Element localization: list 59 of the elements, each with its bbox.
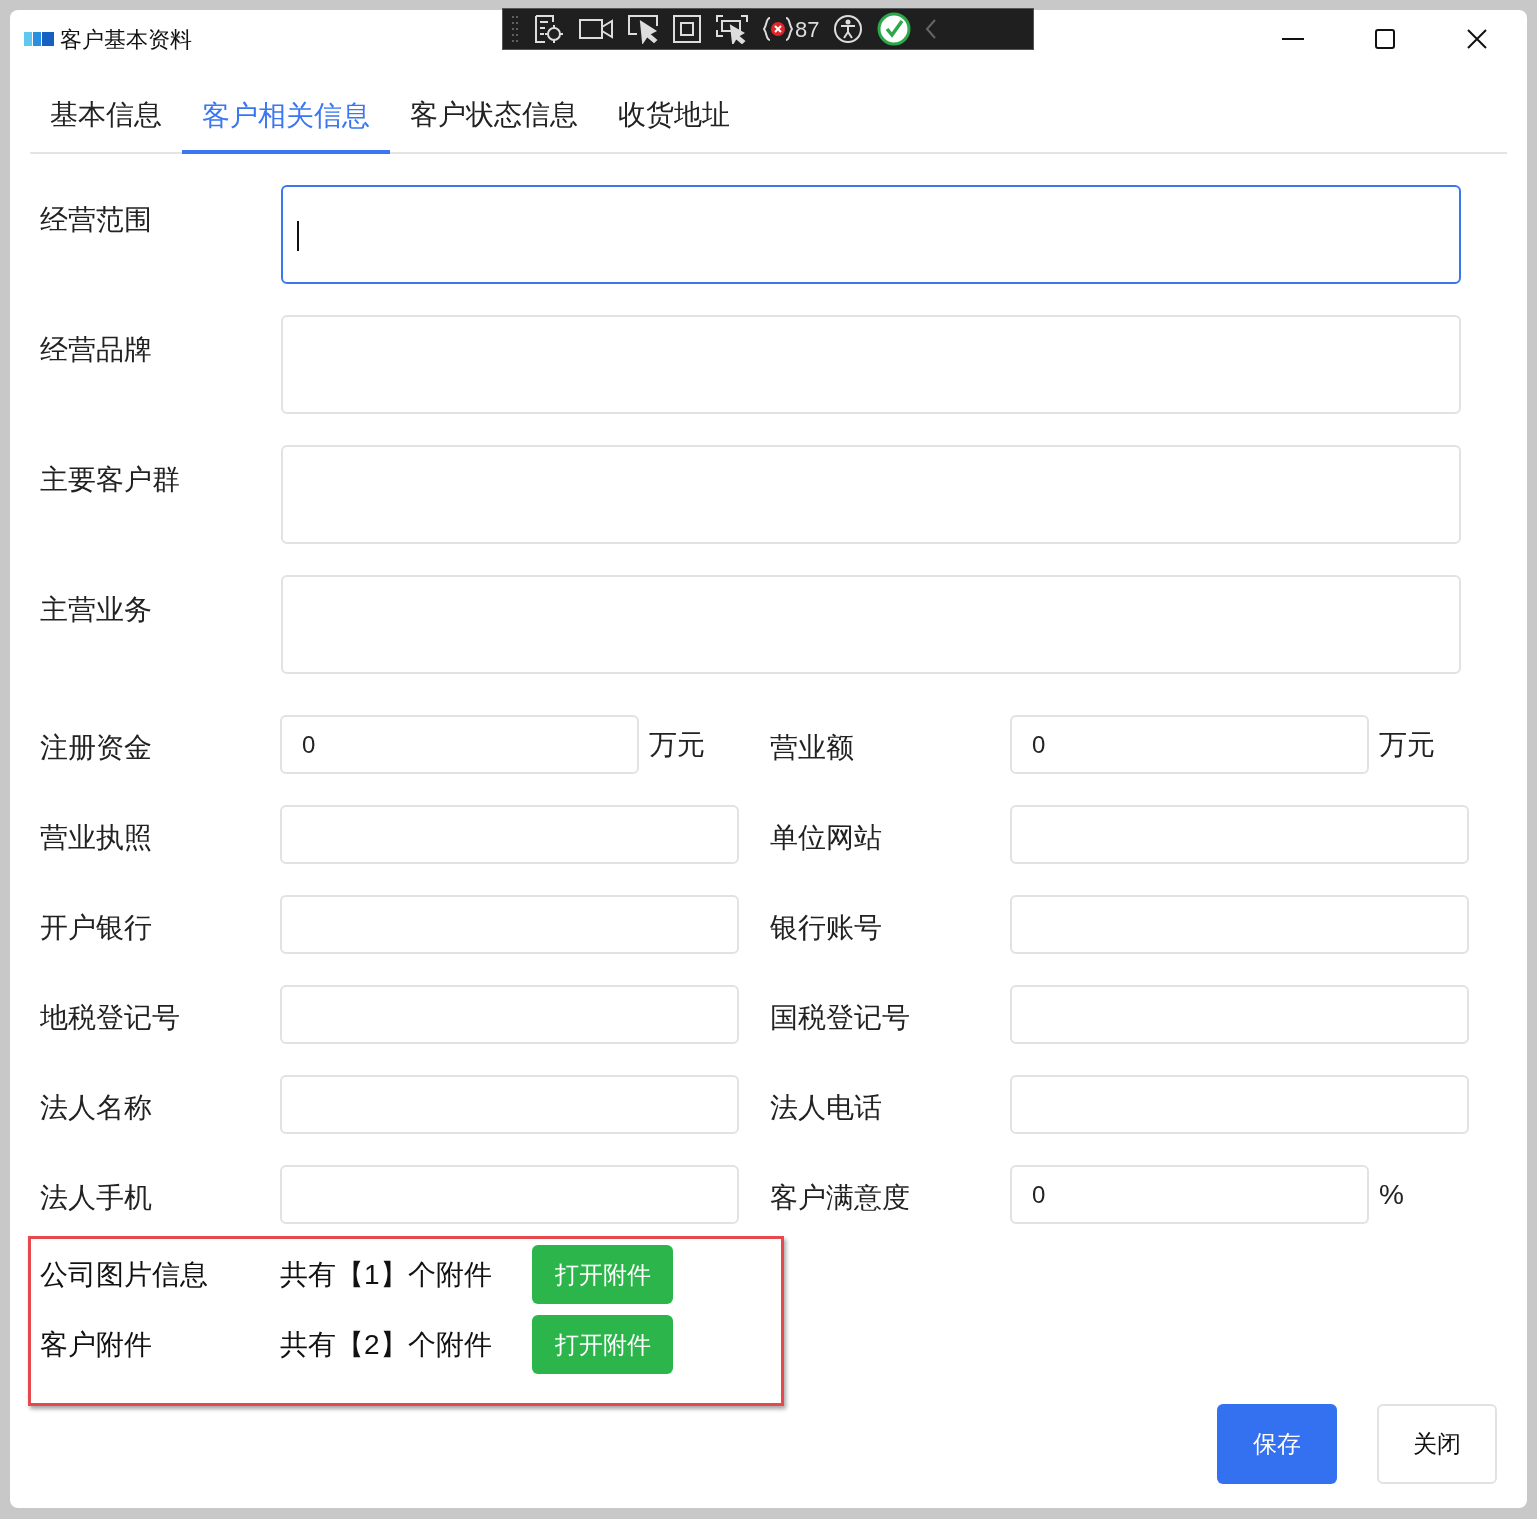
chevron-left-icon[interactable] — [925, 18, 938, 40]
field-label: 营业执照 — [40, 820, 153, 855]
input-field[interactable]: 0 — [1010, 1165, 1369, 1224]
check-circle-icon[interactable] — [877, 12, 912, 46]
unit-label: 万元 — [648, 727, 706, 762]
error-badge-icon[interactable] — [763, 16, 793, 42]
field-label: 国税登记号 — [770, 1000, 911, 1035]
pointer-select-icon[interactable] — [627, 14, 659, 44]
tab[interactable]: 客户状态信息 — [390, 88, 598, 152]
field-label: 银行账号 — [770, 910, 883, 945]
field-label: 注册资金 — [40, 730, 153, 765]
input-field[interactable] — [280, 985, 739, 1044]
attachment-count: 共有【1】个附件 — [280, 1257, 493, 1292]
tab[interactable]: 客户相关信息 — [182, 88, 390, 154]
square-frame-icon[interactable] — [673, 15, 701, 43]
text-cursor — [297, 221, 299, 251]
inspect-icon[interactable] — [533, 14, 565, 44]
maximize-icon — [1375, 29, 1395, 49]
save-button[interactable]: 保存 — [1217, 1404, 1337, 1484]
field-label: 客户满意度 — [770, 1180, 911, 1215]
error-count: 87 — [795, 15, 820, 44]
tab[interactable]: 收货地址 — [598, 88, 750, 152]
field-label: 法人手机 — [40, 1180, 153, 1215]
video-camera-icon[interactable] — [579, 18, 613, 40]
input-field[interactable] — [280, 805, 739, 864]
field-label: 主营业务 — [40, 593, 153, 627]
input-field[interactable]: 0 — [280, 715, 639, 774]
input-field[interactable] — [280, 895, 739, 954]
field-label: 主要客户群 — [40, 463, 181, 497]
close-button[interactable]: 关闭 — [1377, 1404, 1497, 1484]
minimize-icon — [1282, 38, 1304, 40]
field-label: 开户银行 — [40, 910, 153, 945]
input-field[interactable] — [1010, 1075, 1469, 1134]
field-label: 法人电话 — [770, 1090, 883, 1125]
grip-icon[interactable] — [511, 13, 519, 45]
app-icon — [24, 30, 54, 48]
input-field[interactable] — [280, 1165, 739, 1224]
close-icon — [1467, 29, 1487, 49]
attachment-count: 共有【2】个附件 — [280, 1327, 493, 1362]
field-label: 营业额 — [770, 730, 855, 765]
field-label: 法人名称 — [40, 1090, 153, 1125]
input-field[interactable] — [1010, 895, 1469, 954]
field-label: 经营品牌 — [40, 333, 153, 367]
input-field[interactable]: 0 — [1010, 715, 1369, 774]
input-field[interactable] — [1010, 805, 1469, 864]
input-field[interactable] — [1010, 985, 1469, 1044]
attachment-label: 客户附件 — [40, 1327, 153, 1362]
text-area[interactable] — [281, 185, 1461, 284]
input-field[interactable] — [280, 1075, 739, 1134]
field-label: 经营范围 — [40, 203, 153, 237]
attachment-label: 公司图片信息 — [40, 1257, 209, 1292]
tab[interactable]: 基本信息 — [30, 88, 182, 152]
unit-label: % — [1378, 1177, 1405, 1212]
field-label: 地税登记号 — [40, 1000, 181, 1035]
window-title: 客户基本资料 — [60, 25, 192, 54]
unit-label: 万元 — [1378, 727, 1436, 762]
accessibility-icon[interactable] — [833, 14, 864, 44]
field-label: 单位网站 — [770, 820, 883, 855]
screen-pointer-icon[interactable] — [715, 14, 749, 44]
